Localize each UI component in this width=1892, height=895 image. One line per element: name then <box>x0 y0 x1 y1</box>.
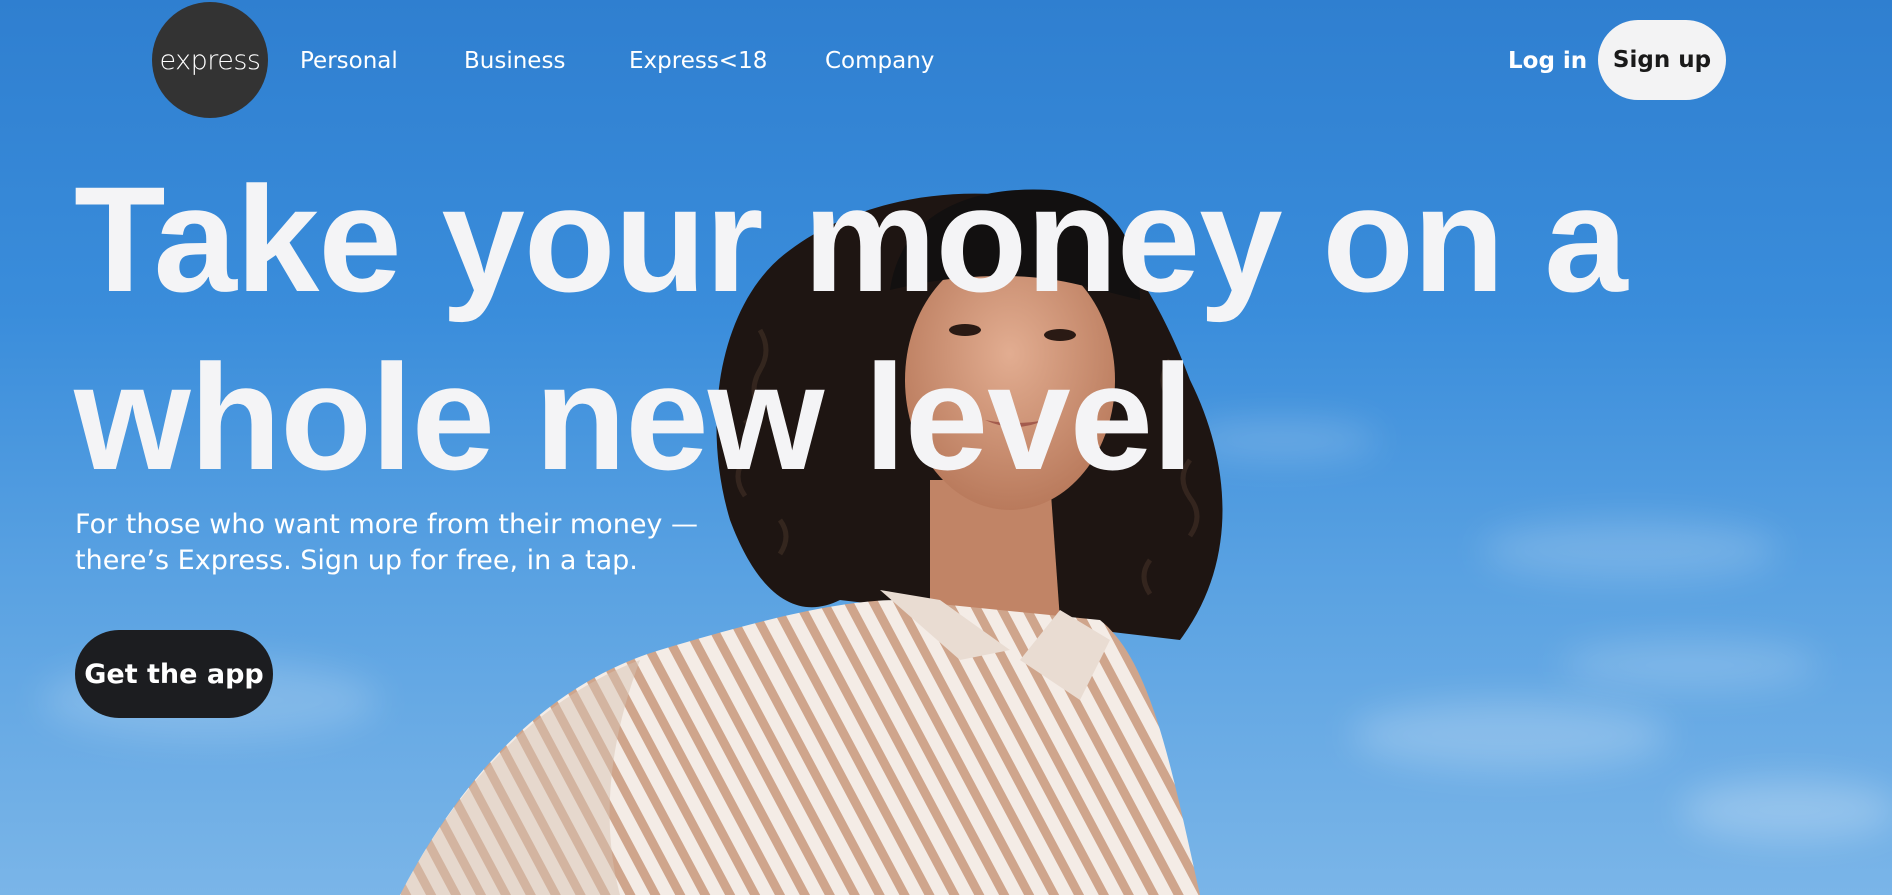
signup-button[interactable]: Sign up <box>1598 20 1726 100</box>
hero-section: express Personal Business Express<18 Com… <box>0 0 1892 895</box>
nav-item-company[interactable]: Company <box>825 48 934 74</box>
hero-subtitle: For those who want more from their money… <box>75 509 698 576</box>
get-app-button[interactable]: Get the app <box>75 630 273 718</box>
login-link[interactable]: Log in <box>1508 48 1587 74</box>
logo-text: express <box>159 44 261 76</box>
nav-item-express-under-18[interactable]: Express<18 <box>629 48 767 74</box>
nav-item-business[interactable]: Business <box>464 48 565 74</box>
hero-headline: Take your money on a whole new level <box>74 155 1628 501</box>
nav-item-personal[interactable]: Personal <box>300 48 398 74</box>
express-logo[interactable]: express <box>152 2 268 118</box>
